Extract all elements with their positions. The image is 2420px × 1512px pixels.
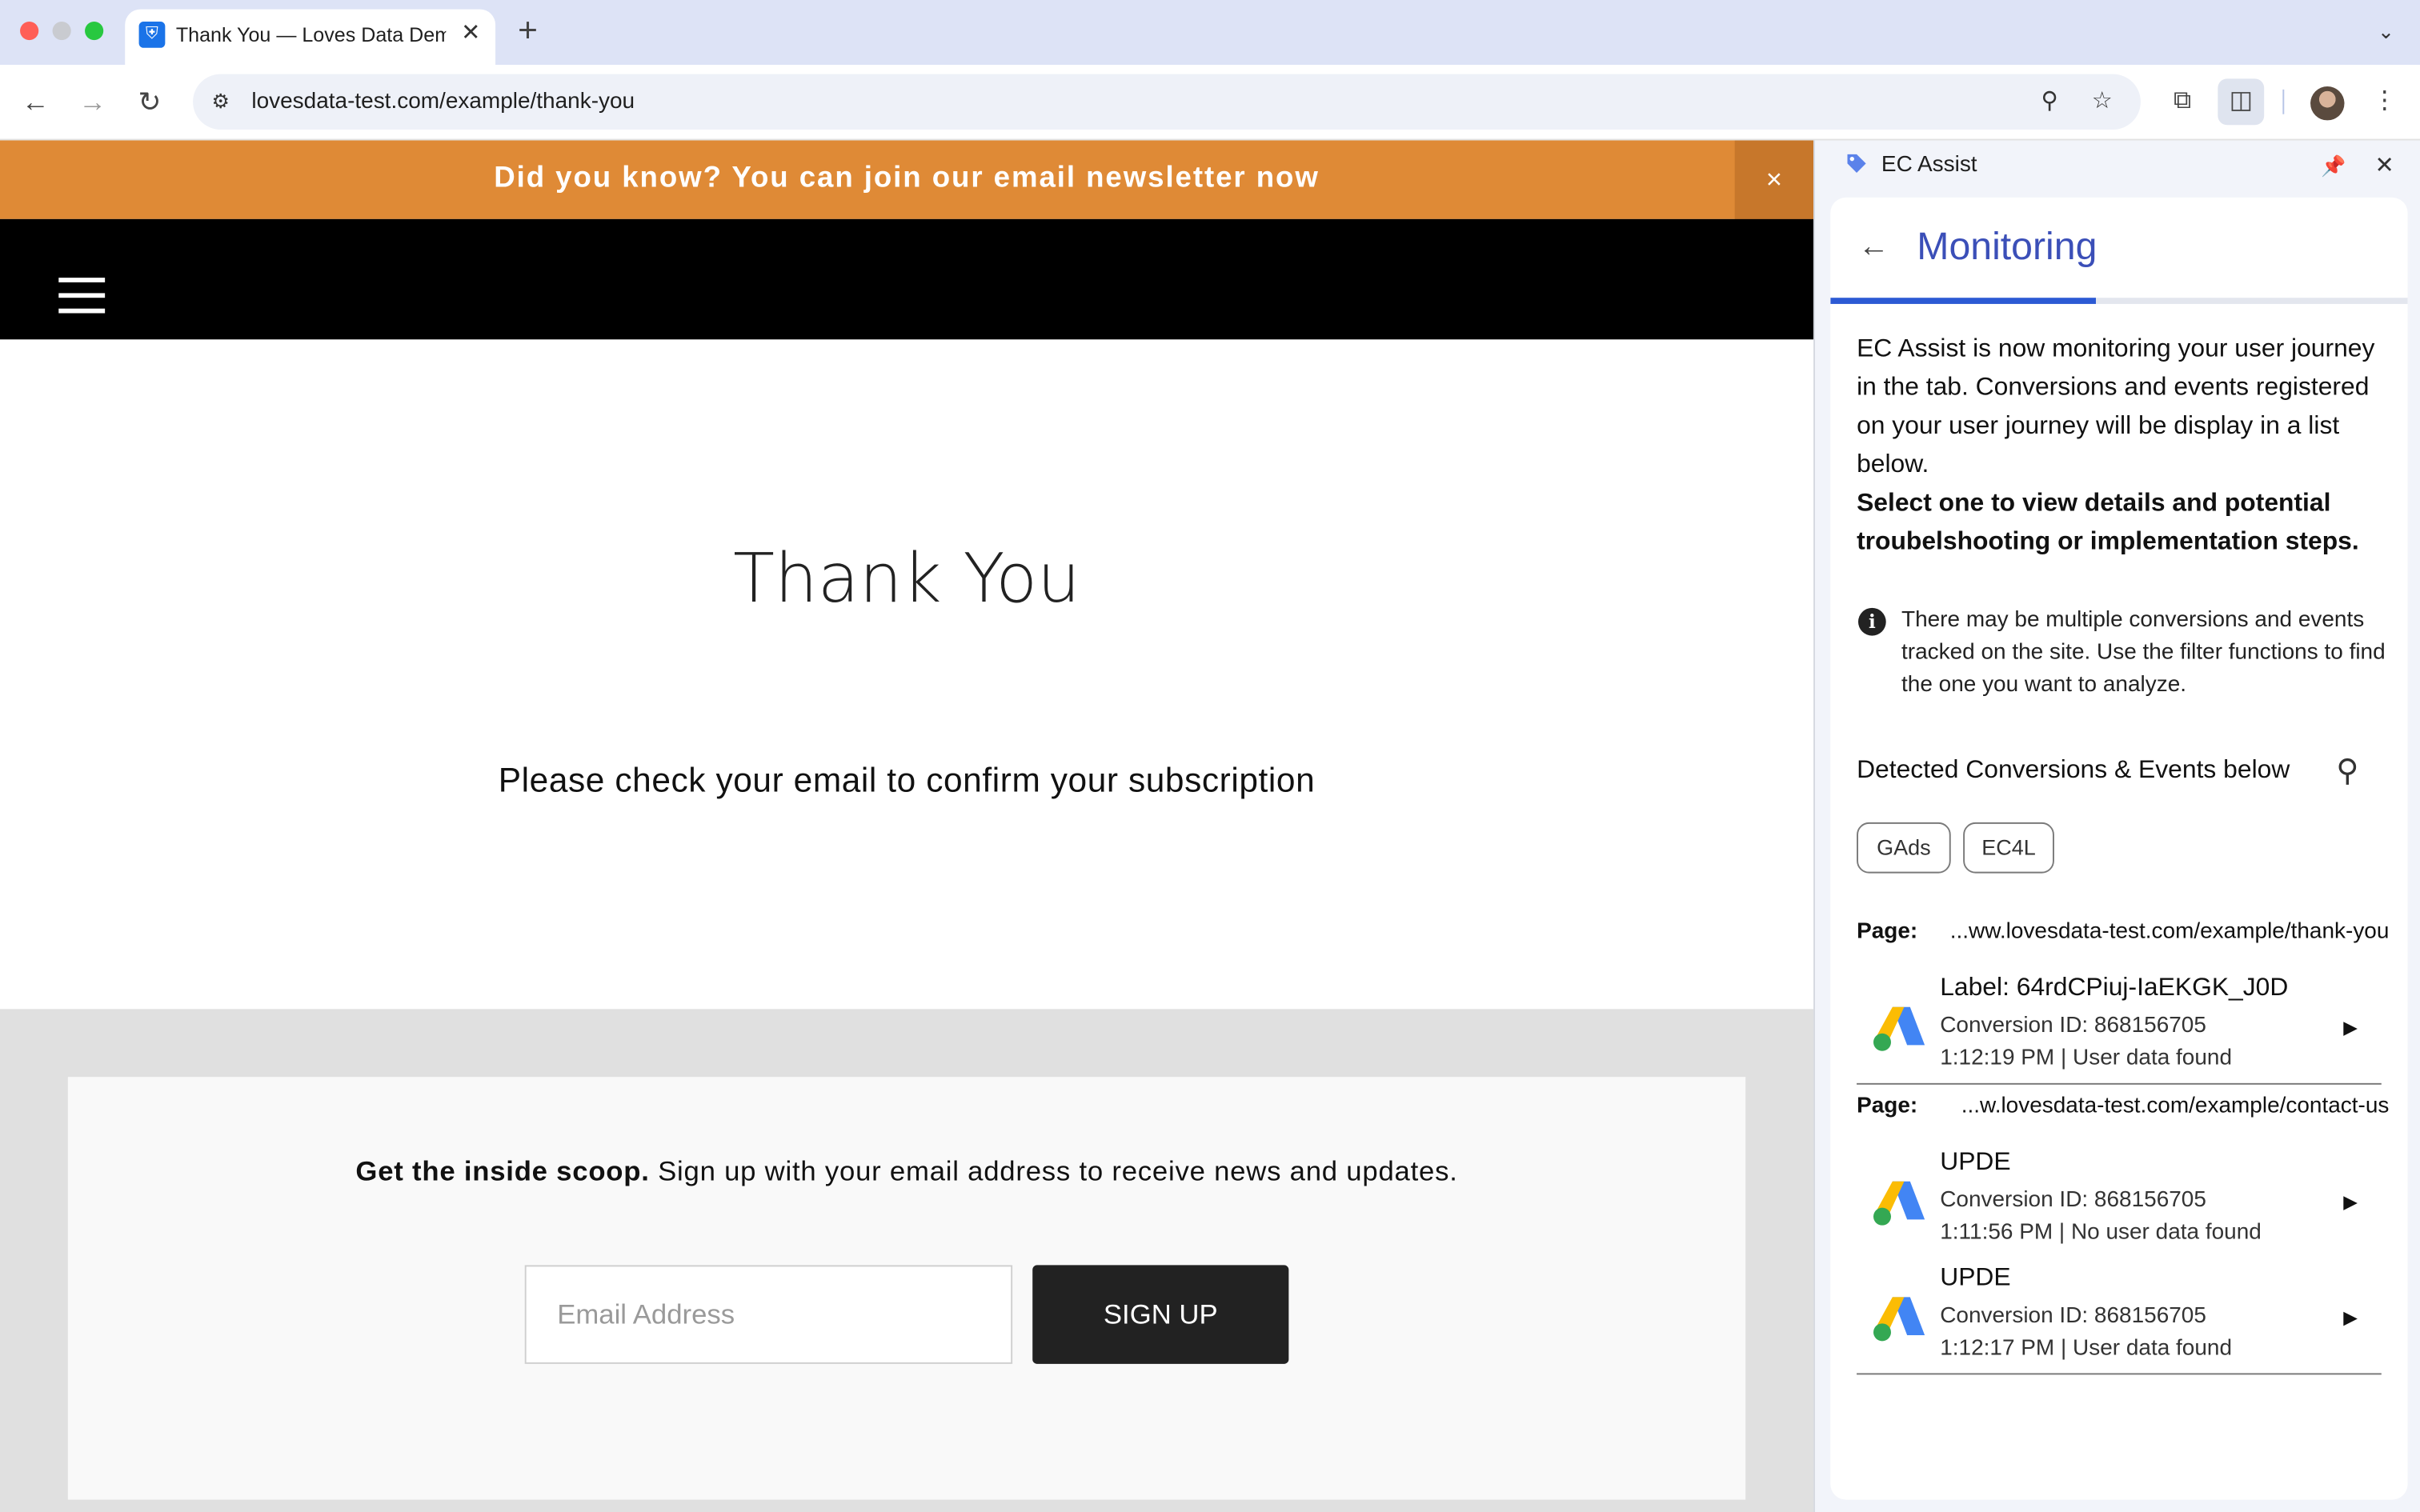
conversion-item[interactable]: UPDE Conversion ID: 868156705 1:11:56 PM… <box>1857 1148 2382 1259</box>
web-page: Did you know? You can join our email new… <box>0 140 1814 1512</box>
email-field[interactable] <box>524 1265 1013 1364</box>
filter-chip-gads[interactable]: GAds <box>1857 822 1951 874</box>
conversion-time-status: 1:12:17 PM | User data found <box>1940 1336 2233 1361</box>
browser-toolbar: ← → ↻ ⚙ lovesdata-test.com/example/thank… <box>0 64 2420 141</box>
address-bar[interactable]: ⚙ lovesdata-test.com/example/thank-you ⚲… <box>193 74 2141 130</box>
tag-icon <box>1843 151 1871 179</box>
search-icon[interactable]: ⚲ <box>2329 753 2366 790</box>
expand-arrow-icon[interactable]: ▶ <box>2338 1186 2363 1218</box>
browser-tab[interactable]: ⛨ Thank You — Loves Data Demo ✕ <box>125 9 496 65</box>
page-subtitle: Please check your email to confirm your … <box>498 760 1316 799</box>
site-info-icon[interactable]: ⚙ <box>205 86 236 118</box>
banner-close-button[interactable]: × <box>1734 140 1814 219</box>
page-label: Page: <box>1857 1094 1918 1119</box>
page-group-header: Page: ...ww.lovesdata-test.com/example/t… <box>1857 919 2389 950</box>
newsletter-rest: Sign up with your email address to recei… <box>649 1155 1458 1187</box>
newsletter-banner: Did you know? You can join our email new… <box>0 140 1814 219</box>
hamburger-menu-icon[interactable] <box>58 278 106 314</box>
page-group-header: Page: ...w.lovesdata-test.com/example/co… <box>1857 1094 2389 1125</box>
site-navbar <box>0 218 1814 340</box>
banner-text[interactable]: Did you know? You can join our email new… <box>0 162 1813 195</box>
pin-icon[interactable]: 📌 <box>2318 151 2350 182</box>
detected-heading: Detected Conversions & Events below <box>1857 755 2290 784</box>
reload-icon[interactable]: ↻ <box>131 83 168 120</box>
info-text: There may be multiple conversions and ev… <box>1901 607 2386 698</box>
conversion-time-status: 1:12:19 PM | User data found <box>1940 1046 2233 1071</box>
star-icon[interactable]: ☆ <box>2086 86 2118 118</box>
conversion-item[interactable]: Label: 64rdCPiuj-IaEKGK_J0D Conversion I… <box>1857 974 2382 1085</box>
conversion-label: UPDE <box>1940 1263 2011 1292</box>
monitoring-instruction: Select one to view details and potential… <box>1857 489 2359 556</box>
signup-button[interactable]: SIGN UP <box>1032 1265 1289 1364</box>
toolbar-divider <box>2282 89 2285 114</box>
info-icon: i <box>1857 607 1886 636</box>
minimize-window-button[interactable] <box>52 21 71 41</box>
conversion-id: Conversion ID: 868156705 <box>1940 1187 2206 1213</box>
side-panel: EC Assist 📌 ✕ ← Monitoring EC Assist is … <box>1813 140 2420 1512</box>
side-panel-header: EC Assist 📌 ✕ <box>1815 140 2420 195</box>
progress-fill <box>1830 298 2097 304</box>
view-title: Monitoring <box>1917 225 2097 269</box>
conversion-label: Label: 64rdCPiuj-IaEKGK_J0D <box>1940 973 2289 1002</box>
page-title: Thank You <box>733 539 1080 619</box>
newsletter-section: Get the inside scoop. Sign up with your … <box>0 1009 1814 1512</box>
page-label: Page: <box>1857 919 1918 945</box>
conversion-id: Conversion ID: 868156705 <box>1940 1014 2206 1038</box>
close-window-button[interactable] <box>20 21 39 41</box>
google-ads-icon <box>1873 1297 1925 1342</box>
tab-strip: ⛨ Thank You — Loves Data Demo ✕ + ⌄ <box>0 0 2420 65</box>
page-url: ...w.lovesdata-test.com/example/contact-… <box>1961 1094 2390 1119</box>
newsletter-bold: Get the inside scoop. <box>355 1155 650 1187</box>
chevron-down-icon[interactable]: ⌄ <box>2369 15 2402 49</box>
monitoring-description: EC Assist is now monitoring your user jo… <box>1857 334 2375 478</box>
google-ads-icon <box>1873 1006 1925 1051</box>
google-ads-icon <box>1873 1181 1925 1226</box>
new-tab-button[interactable]: + <box>509 11 546 49</box>
screen: ⛨ Thank You — Loves Data Demo ✕ + ⌄ ← → … <box>0 0 2420 1512</box>
conversion-id: Conversion ID: 868156705 <box>1940 1303 2206 1329</box>
newsletter-box: Get the inside scoop. Sign up with your … <box>67 1077 1746 1500</box>
close-icon[interactable]: ✕ <box>457 20 485 48</box>
back-arrow-icon[interactable]: ← <box>1855 228 1892 265</box>
side-panel-icon[interactable]: ◫ <box>2218 78 2265 126</box>
close-icon[interactable]: ✕ <box>2367 150 2401 183</box>
shield-icon: ⛨ <box>138 21 166 48</box>
conversion-label: UPDE <box>1940 1147 2011 1176</box>
zoom-icon[interactable]: ⚲ <box>2034 86 2065 118</box>
back-arrow-icon[interactable]: ← <box>17 83 54 120</box>
extensions-puzzle-icon[interactable]: ⧉ <box>2164 83 2201 120</box>
more-menu-icon[interactable]: ⋮ <box>2366 83 2402 120</box>
monitoring-card: ← Monitoring EC Assist is now monitoring… <box>1830 197 2408 1500</box>
url-text[interactable]: lovesdata-test.com/example/thank-you <box>251 90 635 114</box>
avatar[interactable] <box>2310 86 2345 121</box>
page-url: ...ww.lovesdata-test.com/example/thank-y… <box>1949 919 2390 945</box>
filter-chip-ec4l[interactable]: EC4L <box>1963 822 2054 874</box>
newsletter-text: Get the inside scoop. Sign up with your … <box>68 1155 1745 1188</box>
expand-arrow-icon[interactable]: ▶ <box>2338 1302 2363 1334</box>
tab-title: Thank You — Loves Data Demo <box>175 22 447 46</box>
progress-bar <box>1830 298 2408 304</box>
maximize-window-button[interactable] <box>85 21 104 41</box>
conversion-time-status: 1:11:56 PM | No user data found <box>1940 1220 2262 1246</box>
forward-arrow-icon[interactable]: → <box>74 83 111 120</box>
side-panel-title: EC Assist <box>1881 152 1977 178</box>
expand-arrow-icon[interactable]: ▶ <box>2338 1012 2363 1043</box>
conversion-item[interactable]: UPDE Conversion ID: 868156705 1:12:17 PM… <box>1857 1263 2382 1375</box>
